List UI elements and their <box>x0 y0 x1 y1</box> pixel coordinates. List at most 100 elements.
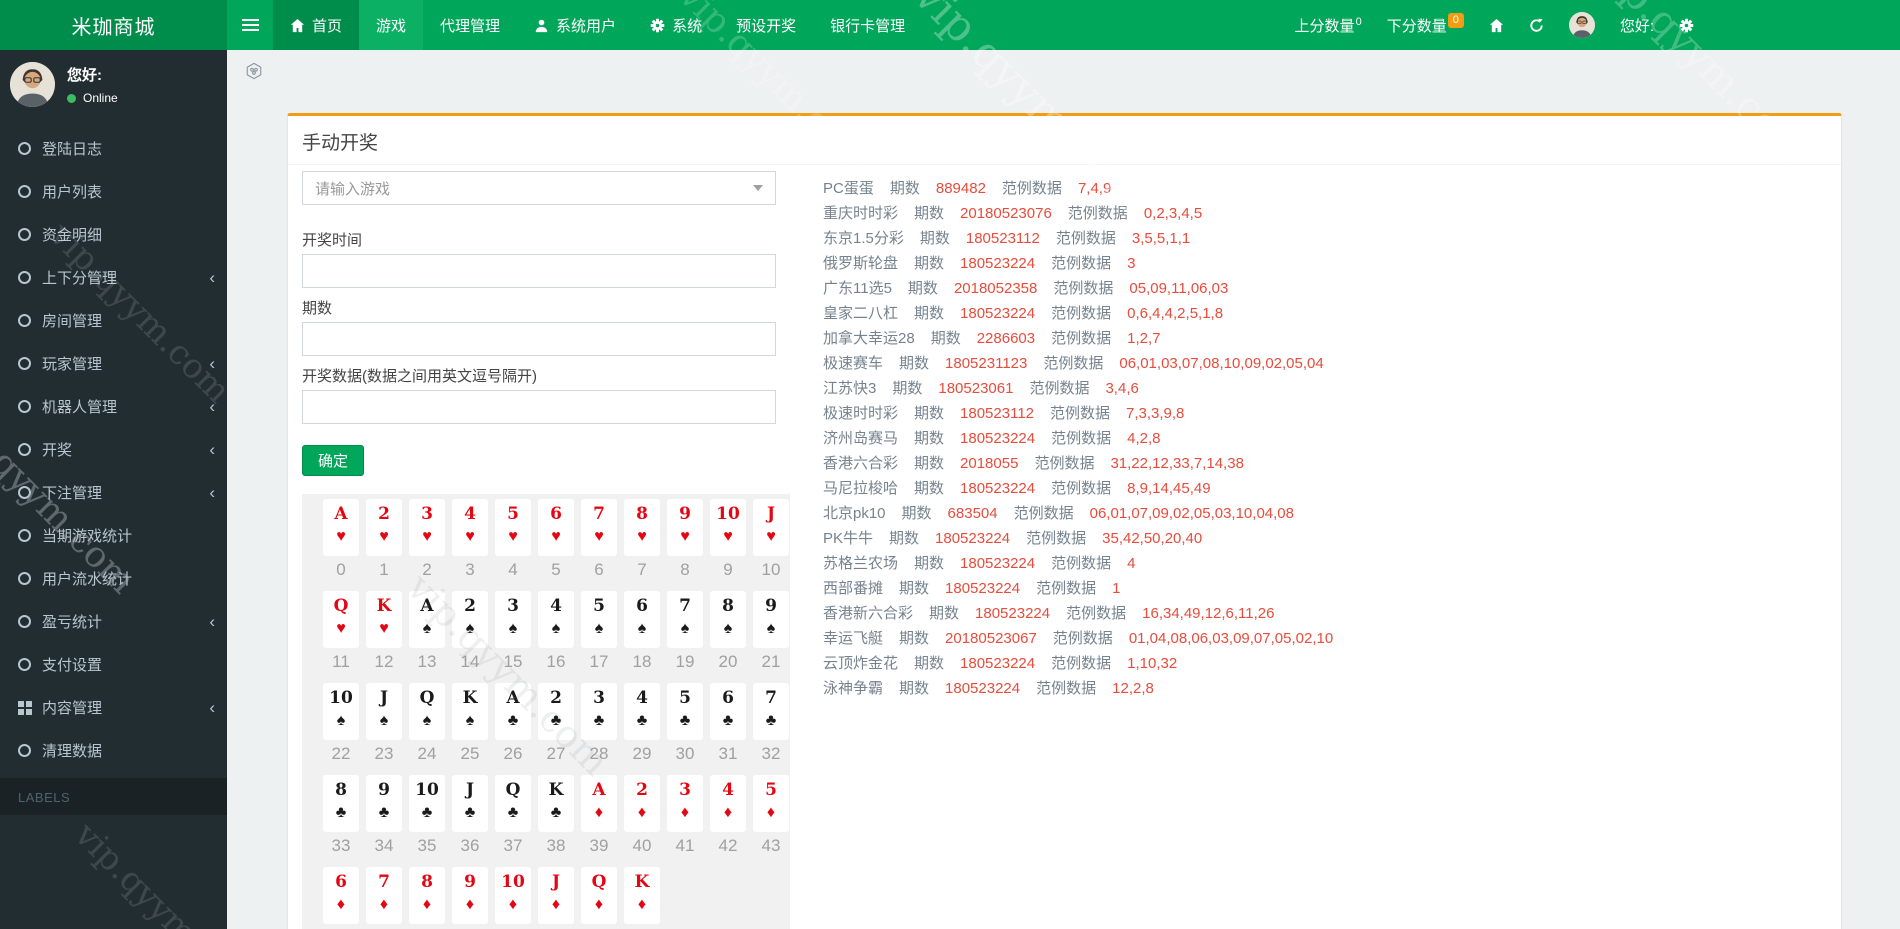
playing-card-club-K[interactable]: K♣ <box>538 775 574 832</box>
playing-card-club-5[interactable]: 5♣ <box>667 683 703 740</box>
sidebar-item-开奖[interactable]: 开奖‹ <box>0 428 227 471</box>
nav-item-代理管理[interactable]: 代理管理 <box>423 0 517 50</box>
playing-card-diamond-Q[interactable]: Q♦ <box>581 867 617 924</box>
playing-card-heart-6[interactable]: 6♥ <box>538 499 574 556</box>
user-avatar[interactable] <box>1569 12 1595 38</box>
sidebar-item-登陆日志[interactable]: 登陆日志 <box>0 127 227 170</box>
playing-card-club-9[interactable]: 9♣ <box>366 775 402 832</box>
playing-card-heart-8[interactable]: 8♥ <box>624 499 660 556</box>
playing-card-diamond-7[interactable]: 7♦ <box>366 867 402 924</box>
playing-card-spade-4[interactable]: 4♠ <box>538 591 574 648</box>
playing-card-diamond-3[interactable]: 3♦ <box>667 775 703 832</box>
playing-card-heart-10[interactable]: 10♥ <box>710 499 746 556</box>
playing-card-club-Q[interactable]: Q♣ <box>495 775 531 832</box>
sidebar-avatar[interactable] <box>10 62 55 107</box>
diamond-suit-icon: ♦ <box>495 894 531 916</box>
playing-card-diamond-5[interactable]: 5♦ <box>753 775 789 832</box>
card-index: 30 <box>667 742 703 766</box>
confirm-button[interactable]: 确定 <box>302 445 364 476</box>
playing-card-spade-A[interactable]: A♠ <box>409 591 445 648</box>
sidebar-item-用户列表[interactable]: 用户列表 <box>0 170 227 213</box>
playing-card-club-4[interactable]: 4♣ <box>624 683 660 740</box>
playing-card-diamond-2[interactable]: 2♦ <box>624 775 660 832</box>
game-select[interactable]: 请输入游戏 <box>302 171 776 205</box>
hexagon-widget-icon[interactable] <box>245 62 263 85</box>
playing-card-diamond-10[interactable]: 10♦ <box>495 867 531 924</box>
sidebar-item-下注管理[interactable]: 下注管理‹ <box>0 471 227 514</box>
circle-icon <box>18 228 31 241</box>
diamond-suit-icon: ♦ <box>753 802 789 824</box>
sidebar-item-用户流水统计[interactable]: 用户流水统计 <box>0 557 227 600</box>
refresh-icon[interactable] <box>1529 18 1544 33</box>
playing-card-spade-3[interactable]: 3♠ <box>495 591 531 648</box>
playing-card-club-10[interactable]: 10♣ <box>409 775 445 832</box>
nav-item-首页[interactable]: 首页 <box>273 0 359 50</box>
playing-card-spade-K[interactable]: K♠ <box>452 683 488 740</box>
draw-data-input[interactable] <box>302 390 776 424</box>
playing-card-spade-7[interactable]: 7♠ <box>667 591 703 648</box>
playing-card-club-8[interactable]: 8♣ <box>323 775 359 832</box>
sidebar-item-玩家管理[interactable]: 玩家管理‹ <box>0 342 227 385</box>
playing-card-heart-9[interactable]: 9♥ <box>667 499 703 556</box>
playing-card-heart-2[interactable]: 2♥ <box>366 499 402 556</box>
sidebar-user-panel: 您好: Online <box>0 50 227 119</box>
nav-item-游戏[interactable]: 游戏 <box>359 0 423 50</box>
playing-card-spade-Q[interactable]: Q♠ <box>409 683 445 740</box>
playing-card-club-2[interactable]: 2♣ <box>538 683 574 740</box>
playing-card-diamond-6[interactable]: 6♦ <box>323 867 359 924</box>
app-logo[interactable]: 米珈商城 <box>0 0 227 50</box>
playing-card-diamond-A[interactable]: A♦ <box>581 775 617 832</box>
down-score[interactable]: 下分数量0 <box>1387 15 1464 36</box>
playing-card-club-3[interactable]: 3♣ <box>581 683 617 740</box>
playing-card-spade-5[interactable]: 5♠ <box>581 591 617 648</box>
sidebar-item-盈亏统计[interactable]: 盈亏统计‹ <box>0 600 227 643</box>
playing-card-heart-K[interactable]: K♥ <box>366 591 402 648</box>
period-input[interactable] <box>302 322 776 356</box>
playing-card-spade-6[interactable]: 6♠ <box>624 591 660 648</box>
playing-card-heart-3[interactable]: 3♥ <box>409 499 445 556</box>
playing-card-club-7[interactable]: 7♣ <box>753 683 789 740</box>
playing-card-club-A[interactable]: A♣ <box>495 683 531 740</box>
nav-item-银行卡管理[interactable]: 银行卡管理 <box>813 0 922 50</box>
playing-card-heart-J[interactable]: J♥ <box>753 499 789 556</box>
playing-card-spade-8[interactable]: 8♠ <box>710 591 746 648</box>
spade-suit-icon: ♠ <box>495 618 531 640</box>
playing-card-club-6[interactable]: 6♣ <box>710 683 746 740</box>
sidebar-item-支付设置[interactable]: 支付设置 <box>0 643 227 686</box>
sidebar-item-当期游戏统计[interactable]: 当期游戏统计 <box>0 514 227 557</box>
playing-card-spade-2[interactable]: 2♠ <box>452 591 488 648</box>
sidebar-toggle-icon[interactable] <box>227 0 273 50</box>
playing-card-heart-5[interactable]: 5♥ <box>495 499 531 556</box>
up-score[interactable]: 上分数量0 <box>1295 15 1362 36</box>
playing-card-diamond-J[interactable]: J♦ <box>538 867 574 924</box>
card-index: 38 <box>538 834 574 858</box>
playing-card-diamond-8[interactable]: 8♦ <box>409 867 445 924</box>
nav-item-预设开奖[interactable]: 预设开奖 <box>719 0 813 50</box>
playing-card-club-J[interactable]: J♣ <box>452 775 488 832</box>
playing-card-diamond-9[interactable]: 9♦ <box>452 867 488 924</box>
playing-card-spade-9[interactable]: 9♠ <box>753 591 789 648</box>
playing-card-diamond-K[interactable]: K♦ <box>624 867 660 924</box>
card-index: 20 <box>710 650 746 674</box>
nav-item-系统[interactable]: 系统 <box>633 0 719 50</box>
playing-card-heart-4[interactable]: 4♥ <box>452 499 488 556</box>
nav-item-系统用户[interactable]: 系统用户 <box>517 0 633 50</box>
playing-card-diamond-4[interactable]: 4♦ <box>710 775 746 832</box>
sidebar-item-上下分管理[interactable]: 上下分管理‹ <box>0 256 227 299</box>
sidebar-item-清理数据[interactable]: 清理数据 <box>0 729 227 772</box>
playing-card-spade-10[interactable]: 10♠ <box>323 683 359 740</box>
sidebar-item-资金明细[interactable]: 资金明细 <box>0 213 227 256</box>
sidebar-item-机器人管理[interactable]: 机器人管理‹ <box>0 385 227 428</box>
settings-cogs-icon[interactable] <box>1679 18 1694 33</box>
sidebar-item-房间管理[interactable]: 房间管理 <box>0 299 227 342</box>
draw-time-input[interactable] <box>302 254 776 288</box>
playing-card-heart-A[interactable]: A♥ <box>323 499 359 556</box>
navbar-right: 上分数量0 下分数量0 您好: <box>1295 0 1694 50</box>
circle-icon <box>18 744 31 757</box>
home-icon[interactable] <box>1489 18 1504 33</box>
game-row: 俄罗斯轮盘期数180523224范例数据3 <box>823 251 1841 276</box>
playing-card-heart-7[interactable]: 7♥ <box>581 499 617 556</box>
playing-card-heart-Q[interactable]: Q♥ <box>323 591 359 648</box>
playing-card-spade-J[interactable]: J♠ <box>366 683 402 740</box>
sidebar-item-内容管理[interactable]: 内容管理‹ <box>0 686 227 729</box>
